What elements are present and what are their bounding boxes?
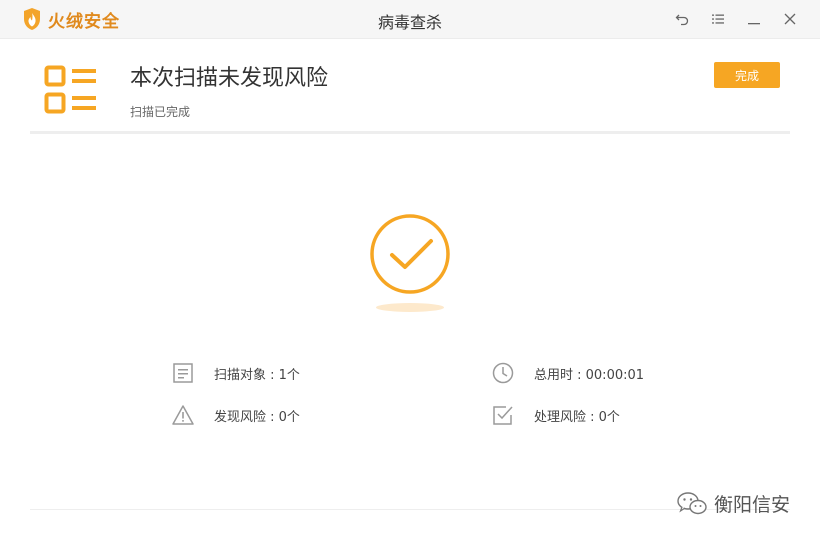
back-button[interactable] (664, 6, 700, 32)
done-button[interactable]: 完成 (714, 62, 780, 88)
scan-report-icon (44, 65, 96, 114)
stat-risks-found-text: 发现风险 : 0个 (214, 409, 300, 425)
minimize-button[interactable] (736, 6, 772, 32)
flame-logo-icon (24, 8, 40, 30)
warning-icon (172, 405, 194, 425)
result-title: 本次扫描未发现风险 (130, 66, 329, 91)
checkbox-check-icon (493, 406, 513, 425)
stat-scan-objects: 扫描对象 : 1个 (172, 361, 300, 385)
divider (30, 131, 790, 134)
window-controls (664, 6, 808, 32)
minimize-icon (748, 23, 760, 25)
back-icon (675, 14, 689, 26)
scan-result-window: 火绒安全 病毒查杀 本次扫描未发现风险 扫描已完成 完成 扫描对象: 1个 发… (0, 0, 820, 540)
clock-icon (492, 362, 514, 384)
watermark-text: 衡阳信安 (714, 494, 791, 516)
document-icon (173, 363, 193, 383)
close-icon (784, 13, 796, 25)
stat-risks-found: 发现风险 : 0个 (172, 403, 300, 427)
menu-icon (712, 14, 724, 24)
stat-total-time-text: 总用时 : 00:00:01 (534, 367, 645, 383)
watermark: 衡阳信安 (676, 490, 790, 517)
menu-button[interactable] (700, 6, 736, 32)
stat-scan-objects-text: 扫描对象 : 1个 (214, 367, 300, 383)
stat-total-time: 总用时 : 00:00:01 (492, 361, 644, 385)
stat-risks-handled-text: 处理风险 : 0个 (534, 409, 620, 425)
result-subtitle: 扫描已完成 (130, 105, 191, 119)
stat-risks-handled: 处理风险 : 0个 (492, 403, 620, 427)
brand-name: 火绒安全 (48, 11, 120, 32)
brand: 火绒安全 (22, 7, 120, 32)
check-shadow (376, 303, 444, 312)
close-button[interactable] (772, 6, 808, 32)
success-check-icon (370, 214, 450, 294)
title-bar: 火绒安全 病毒查杀 (0, 0, 820, 39)
wechat-icon (677, 491, 707, 514)
